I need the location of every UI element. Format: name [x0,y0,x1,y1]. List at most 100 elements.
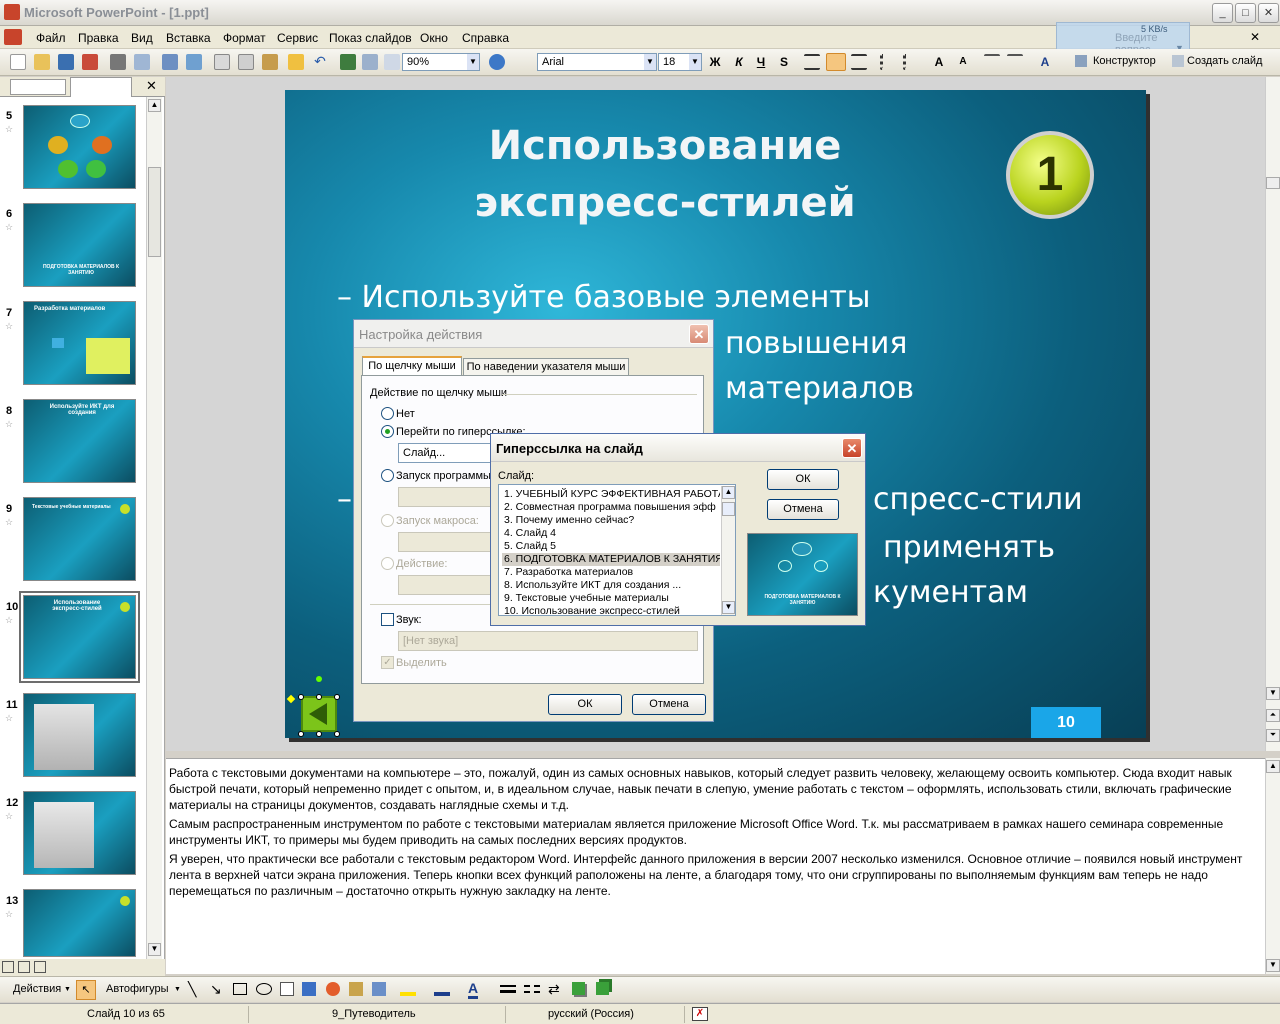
picture-icon[interactable] [372,982,386,996]
listbox-scrollbar[interactable]: ▲ ▼ [721,486,735,615]
oval-icon[interactable] [256,983,272,995]
tab-on-hover[interactable]: По наведении указателя мыши [463,358,629,376]
chevron-down-icon[interactable]: ▼ [644,54,656,70]
outline-tab[interactable] [10,79,66,95]
bullet-text[interactable]: кументам [873,575,1028,610]
chevron-down-icon[interactable]: ▼ [64,986,71,993]
bullet-text[interactable]: повышения [725,326,907,361]
close-doc-icon[interactable]: ✕ [1250,30,1260,44]
prev-slide-icon[interactable]: ⏶ [1266,709,1280,722]
grid-icon[interactable] [384,54,400,70]
list-item[interactable]: 4. Слайд 4 [502,527,720,540]
slide-listbox[interactable]: 1. УЧЕБНЫЙ КУРС ЭФФЕКТИВНАЯ РАБОТА 2. Сов… [498,484,736,618]
new-slide-button[interactable]: Создать слайд [1187,55,1262,67]
notes-pane[interactable]: Работа с текстовыми документами на компь… [166,758,1266,974]
undo-icon[interactable]: ↶ [312,54,328,70]
cut-icon[interactable] [214,54,230,70]
copy-icon[interactable] [238,54,254,70]
rectangle-icon[interactable] [233,983,247,995]
slide-thumbnail-12[interactable] [23,791,136,875]
scroll-thumb[interactable] [722,502,735,516]
shadow-style-icon[interactable] [572,982,585,995]
slide-thumbnail-10[interactable]: Использование экспресс-стилей [19,591,140,683]
autoshapes-menu[interactable]: Автофигуры [106,983,169,995]
spelling-icon[interactable] [162,54,178,70]
menu-insert[interactable]: Вставка [166,31,211,45]
bullets-icon[interactable] [903,54,919,70]
italic-button[interactable]: К [730,53,748,71]
list-item[interactable]: 2. Совместная программа повышения эфф [502,501,720,514]
decrease-indent-icon[interactable] [984,54,1000,70]
radio-none[interactable] [381,407,394,420]
resize-handle[interactable] [316,731,322,737]
cancel-button[interactable]: Отмена [632,694,706,715]
next-slide-icon[interactable]: ⏷ [1266,729,1280,742]
chevron-down-icon[interactable]: ▼ [467,54,479,70]
menu-help[interactable]: Справка [462,31,509,45]
font-select[interactable]: Arial ▼ [537,53,657,71]
designer-button[interactable]: Конструктор [1093,55,1156,67]
scroll-up-icon[interactable]: ▲ [1266,760,1280,773]
arrow-style-icon[interactable]: ⇄ [548,981,560,998]
menu-window[interactable]: Окно [420,31,448,45]
scroll-down-icon[interactable]: ▼ [1266,959,1280,972]
scroll-down-icon[interactable]: ▼ [722,601,735,614]
slide-thumbnail-5[interactable] [23,105,136,189]
list-item[interactable]: 5. Слайд 5 [502,540,720,553]
slide-title[interactable]: Использование экспресс-стилей [435,118,895,232]
font-size-select[interactable]: 18 ▼ [658,53,702,71]
bullet-text[interactable]: – Используйте базовые элементы [337,280,870,315]
dialog-titlebar[interactable]: Гиперссылка на слайд ✕ [491,434,865,462]
list-item[interactable]: 3. Почему именно сейчас? [502,514,720,527]
scroll-thumb[interactable] [1266,177,1280,189]
close-icon[interactable]: ✕ [842,438,862,458]
close-window-button[interactable]: ✕ [1258,3,1279,23]
paste-icon[interactable] [262,54,278,70]
menu-file[interactable]: Файл [36,31,66,45]
ok-button[interactable]: ОК [767,469,839,490]
slide-thumbnail-11[interactable] [23,693,136,777]
actions-menu[interactable]: Действия [13,983,61,995]
numbering-icon[interactable] [880,54,896,70]
dash-style-icon[interactable] [524,985,540,993]
bullet-text[interactable]: спресс-стили [873,482,1083,517]
ok-button[interactable]: ОК [548,694,622,715]
bullet-text[interactable]: материалов [725,371,914,406]
close-icon[interactable]: ✕ [689,324,709,344]
slide-thumbnail-13[interactable] [23,889,136,957]
research-icon[interactable] [186,54,202,70]
chevron-down-icon[interactable]: ▼ [689,54,701,70]
menu-tools[interactable]: Сервис [277,31,318,45]
save-icon[interactable] [58,54,74,70]
rotate-handle[interactable] [316,676,322,682]
notes-scrollbar[interactable]: ▲ ▼ [1265,758,1280,974]
align-right-icon[interactable] [851,54,867,70]
permission-icon[interactable] [82,54,98,70]
list-item[interactable]: 10. Использование экспресс-стилей [502,605,720,618]
underline-button[interactable]: Ч [752,53,770,71]
resize-handle[interactable] [334,731,340,737]
slides-pane-scrollbar[interactable]: ▲ ▼ [146,97,162,959]
sound-select[interactable]: [Нет звука] [398,631,698,651]
line-style-icon[interactable] [500,985,516,993]
decrease-font-icon[interactable]: A [954,53,972,71]
font-color-icon[interactable]: A [468,980,479,999]
list-item[interactable]: 8. Используйте ИКТ для создания ... [502,579,720,592]
align-left-icon[interactable] [804,54,820,70]
resize-handle[interactable] [316,694,322,700]
print-preview-icon[interactable] [134,54,150,70]
format-painter-icon[interactable] [288,54,304,70]
chart-icon[interactable] [340,54,356,70]
bold-button[interactable]: Ж [706,53,724,71]
menu-view[interactable]: Вид [131,31,153,45]
font-color-icon[interactable]: A [1036,53,1054,71]
dialog-titlebar[interactable]: Настройка действия ✕ [354,320,713,348]
slides-tab[interactable] [70,77,132,97]
open-folder-icon[interactable] [34,54,50,70]
increase-indent-icon[interactable] [1007,54,1023,70]
close-pane-icon[interactable]: ✕ [146,78,157,94]
list-item[interactable]: 9. Текстовые учебные материалы [502,592,720,605]
align-center-icon[interactable] [826,53,846,71]
maximize-button[interactable]: □ [1235,3,1256,23]
scroll-down-icon[interactable]: ▼ [1266,687,1280,700]
